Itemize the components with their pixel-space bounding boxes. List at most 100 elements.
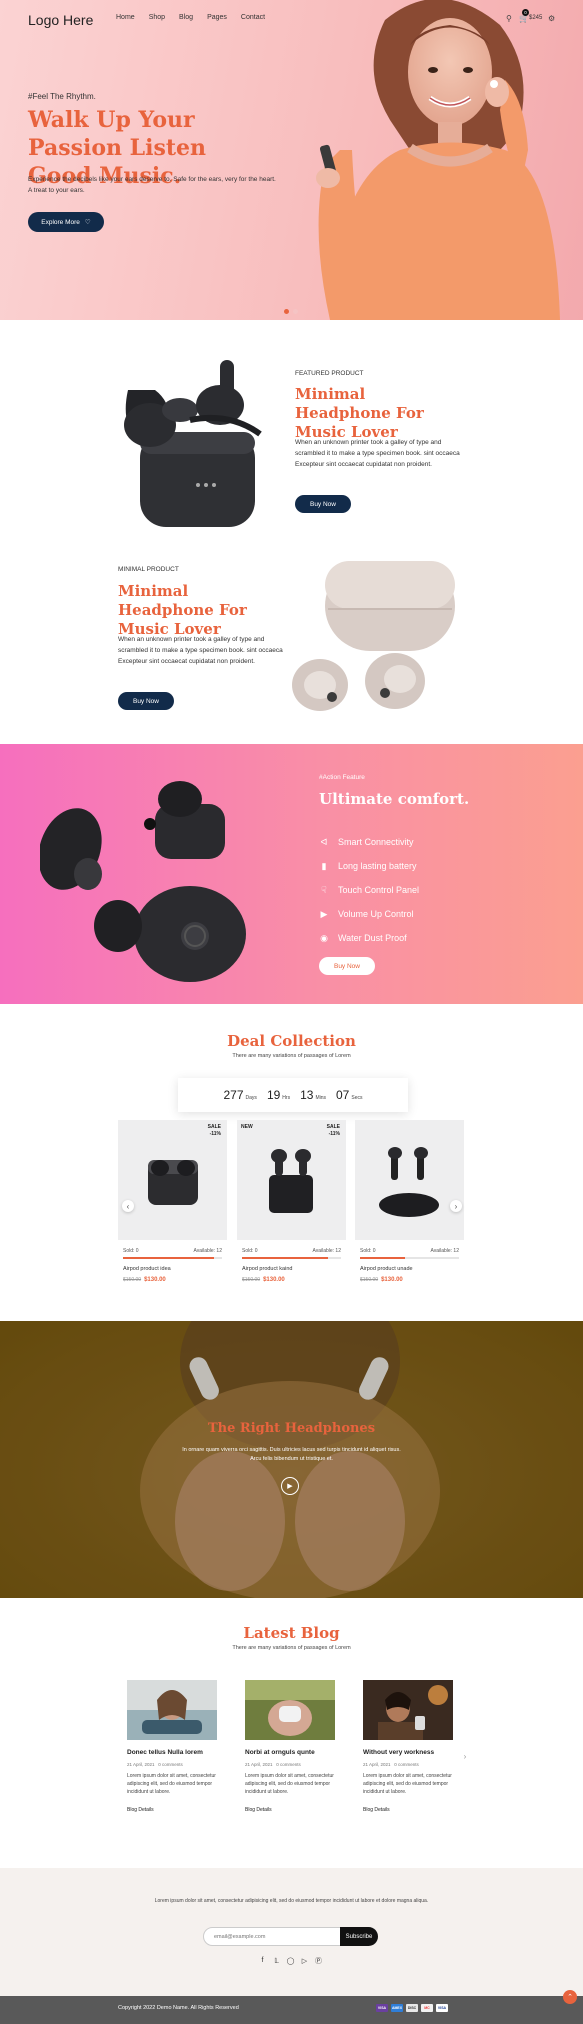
available-count: Available: 12	[312, 1248, 341, 1254]
minimal-earbuds-image	[292, 561, 455, 711]
stock-progress	[123, 1257, 222, 1259]
featured-earbuds-image	[124, 360, 262, 527]
amex-icon: AMEX	[391, 2004, 403, 2012]
blog-post-meta: 21 April, 2021 0 comments	[245, 1762, 301, 1767]
countdown-hours: 19 Hrs	[266, 1088, 291, 1102]
scroll-to-top-button[interactable]: ⌃	[563, 1990, 577, 2004]
blog-title: Latest Blog	[243, 1624, 340, 1642]
product-price: $150.00 $130.00	[242, 1277, 285, 1283]
feature-item: ☟ Touch Control Panel	[319, 878, 419, 902]
nav-pages[interactable]: Pages	[207, 14, 227, 21]
blog-details-link[interactable]: Blog Details	[245, 1807, 344, 1813]
blog-post-excerpt: Lorem ipsum dolor sit amet, consectetur …	[363, 1773, 452, 1795]
cart-total: $245	[529, 15, 543, 21]
stock-progress	[360, 1257, 459, 1259]
countdown-minutes: 13 Mins	[300, 1088, 326, 1102]
touch-icon: ☟	[321, 884, 327, 895]
visa-card-icon: VISA	[436, 2004, 448, 2012]
product-name[interactable]: Airpod product unade	[360, 1266, 413, 1272]
nav-blog[interactable]: Blog	[179, 14, 193, 21]
blog-post-title[interactable]: Norbi at ornguls qunte	[245, 1749, 344, 1756]
mastercard-icon: MC	[421, 2004, 433, 2012]
blog-subtitle: There are many variations of passages of…	[232, 1645, 351, 1651]
feature-label: Touch Control Panel	[338, 885, 420, 895]
product-name[interactable]: Airpod product idea	[123, 1266, 171, 1272]
blog-card[interactable]: Norbi at ornguls qunte 21 April, 2021 0 …	[236, 1680, 344, 1813]
youtube-icon[interactable]: ▷	[300, 1956, 309, 1965]
battery-icon: ▮	[321, 860, 327, 871]
newsletter-email-input[interactable]	[203, 1927, 341, 1946]
feature-label: Long lasting battery	[338, 861, 417, 871]
blog-image	[363, 1680, 453, 1740]
black-earbuds-image	[40, 781, 246, 982]
water-drop-icon: ◉	[320, 932, 328, 943]
heart-icon: ♡	[84, 219, 91, 226]
volume-icon: ▶	[320, 908, 328, 919]
featured-title: Minimal Headphone For Music Lover	[295, 385, 424, 441]
discover-icon: DISC	[406, 2004, 418, 2012]
available-count: Available: 12	[193, 1248, 222, 1254]
blog-post-excerpt: Lorem ipsum dolor sit amet, consectetur …	[245, 1773, 334, 1795]
sale-badge: SALE -11%	[326, 1124, 340, 1137]
copyright-text: Copyright 2022 Demo Name. All Rights Res…	[118, 2005, 239, 2011]
slider-dot[interactable]	[293, 309, 298, 314]
action-title: Ultimate comfort.	[319, 790, 470, 808]
blog-post-title[interactable]: Donec tellus Nulla lorem	[127, 1749, 226, 1756]
featured-label: FEATURED PRODUCT	[295, 370, 364, 377]
deal-subtitle: There are many variations of passages of…	[232, 1053, 351, 1059]
product-price: $150.00 $130.00	[360, 1277, 403, 1283]
nav-shop[interactable]: Shop	[149, 14, 165, 21]
settings-icon[interactable]: ⚙	[548, 14, 555, 23]
slider-dot-active[interactable]	[284, 309, 289, 314]
play-button-icon[interactable]: ▶	[281, 1477, 299, 1495]
minimal-buy-now-button[interactable]: Buy Now	[118, 692, 174, 710]
feature-item: ᐊ Smart Connectivity	[319, 830, 419, 854]
blog-image	[245, 1680, 335, 1740]
feature-item: ▮ Long lasting battery	[319, 854, 419, 878]
product-card[interactable]: NEW SALE -11% Sold: 0 Available: 12 Airpo…	[237, 1120, 346, 1296]
blog-card[interactable]: Donec tellus Nulla lorem 21 April, 2021 …	[118, 1680, 226, 1813]
pinterest-icon[interactable]: Ⓟ	[314, 1956, 323, 1965]
product-card[interactable]: SALE -11% Sold: 0 Available: 12 Airpod pr…	[118, 1120, 227, 1296]
countdown-seconds: 07 Secs	[336, 1088, 363, 1102]
subscribe-button[interactable]: Subscribe	[340, 1927, 378, 1946]
carousel-next-arrow[interactable]: ›	[450, 1200, 462, 1212]
explore-more-button[interactable]: Explore More ♡	[28, 212, 104, 232]
bottom-bar	[0, 1996, 583, 2024]
blog-details-link[interactable]: Blog Details	[363, 1807, 462, 1813]
search-icon[interactable]: ⚲	[506, 14, 512, 23]
feature-label: Water Dust Proof	[338, 933, 407, 943]
countdown-timer: 277 Days 19 Hrs 13 Mins 07 Secs	[178, 1078, 408, 1112]
carousel-prev-arrow[interactable]: ‹	[122, 1200, 134, 1212]
feature-item: ▶ Volume Up Control	[319, 902, 419, 926]
action-buy-now-button[interactable]: Buy Now	[319, 957, 375, 975]
sold-count: Sold: 0	[242, 1248, 258, 1254]
nav-home[interactable]: Home	[116, 14, 135, 21]
blog-details-link[interactable]: Blog Details	[127, 1807, 226, 1813]
action-label: #Action Feature	[319, 774, 365, 781]
deal-title: Deal Collection	[227, 1032, 356, 1050]
bluetooth-icon: ᐊ	[320, 836, 328, 847]
minimal-description: When an unknown printer took a galley of…	[118, 636, 283, 665]
feature-label: Volume Up Control	[338, 909, 414, 919]
product-image	[355, 1120, 464, 1240]
minimal-title: Minimal Headphone For Music Lover	[118, 582, 247, 638]
blog-post-title[interactable]: Without very workness	[363, 1749, 462, 1756]
featured-buy-now-button[interactable]: Buy Now	[295, 495, 351, 513]
sale-badge: SALE -11%	[207, 1124, 221, 1137]
hero-description: Experience the decibels like your ears d…	[28, 176, 276, 194]
nav-contact[interactable]: Contact	[241, 14, 265, 21]
blog-card[interactable]: Without very workness 21 April, 2021 0 c…	[354, 1680, 462, 1813]
twitter-icon[interactable]: 𝕃	[272, 1956, 281, 1965]
site-logo[interactable]: Logo Here	[28, 12, 93, 28]
video-title: The Right Headphones	[207, 1421, 376, 1436]
product-name[interactable]: Airpod product kaind	[242, 1266, 292, 1272]
blog-next-arrow[interactable]: ›	[459, 1750, 471, 1762]
hero-section: Logo Here Home Shop Blog Pages Contact ⚲…	[0, 0, 583, 320]
video-description: In ornare quam viverra orci sagittis. Du…	[182, 1447, 401, 1462]
facebook-icon[interactable]: f	[258, 1956, 267, 1965]
product-card[interactable]: Sold: 0 Available: 12 Airpod product una…	[355, 1120, 464, 1296]
product-image	[237, 1120, 346, 1240]
instagram-icon[interactable]: ◯	[286, 1956, 295, 1965]
explore-more-label: Explore More	[41, 218, 80, 226]
